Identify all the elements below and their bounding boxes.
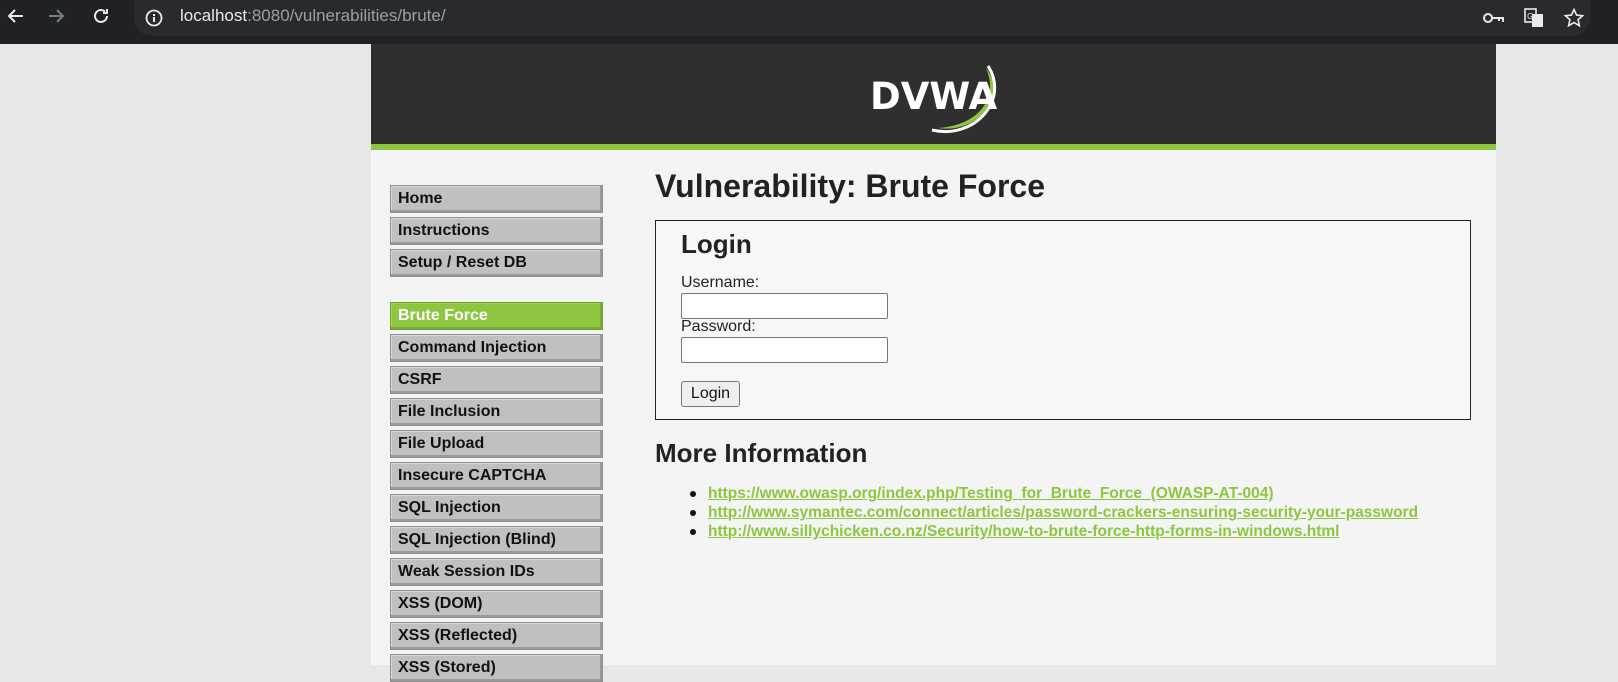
- address-bar[interactable]: localhost:8080/vulnerabilities/brute/ G: [134, 0, 1590, 36]
- list-item: http://www.symantec.com/connect/articles…: [690, 504, 1418, 523]
- forward-icon: [49, 9, 65, 23]
- list-item: https://www.owasp.org/index.php/Testing_…: [690, 485, 1418, 504]
- menu-item-brute-force[interactable]: Brute Force: [390, 302, 603, 330]
- password-label: Password:: [681, 318, 756, 335]
- login-title: Login: [681, 229, 752, 259]
- svg-text:G: G: [1527, 12, 1533, 21]
- menu-item-xss-reflected[interactable]: XSS (Reflected): [390, 622, 603, 650]
- password-input[interactable]: [681, 337, 888, 363]
- password-key-icon: [1483, 13, 1504, 23]
- login-form: Login Username: Password: Login: [655, 220, 1471, 420]
- forward-button[interactable]: [40, 0, 72, 32]
- menu-item-xss-stored[interactable]: XSS (Stored): [390, 654, 603, 682]
- username-input[interactable]: [681, 293, 888, 319]
- username-label: Username:: [681, 274, 760, 291]
- reload-button[interactable]: [85, 0, 117, 32]
- logo-text: DVWA: [870, 75, 997, 118]
- menu-item-insecure-captcha[interactable]: Insecure CAPTCHA: [390, 462, 603, 490]
- menu-item-setup-reset-db[interactable]: Setup / Reset DB: [390, 249, 603, 277]
- menu-item-instructions[interactable]: Instructions: [390, 217, 603, 245]
- page-header: DVWA: [371, 44, 1496, 150]
- translate-icon: G: [1524, 8, 1543, 27]
- url-path: :8080/vulnerabilities/brute/: [247, 6, 446, 25]
- list-item: http://www.sillychicken.co.nz/Security/h…: [690, 523, 1418, 542]
- bookmark-button[interactable]: [1560, 4, 1588, 32]
- menu-item-command-injection[interactable]: Command Injection: [390, 334, 603, 362]
- more-information-links: https://www.owasp.org/index.php/Testing_…: [690, 485, 1418, 542]
- link-symantec[interactable]: http://www.symantec.com/connect/articles…: [708, 504, 1418, 521]
- page-container: DVWA Home Instructions Setup / Reset DB …: [371, 44, 1496, 682]
- login-button[interactable]: Login: [681, 381, 740, 407]
- url-host: localhost: [180, 6, 248, 25]
- page-title: Vulnerability: Brute Force: [655, 168, 1045, 204]
- back-button[interactable]: [0, 0, 32, 32]
- menu-item-file-inclusion[interactable]: File Inclusion: [390, 398, 603, 426]
- menu-item-sql-injection-blind[interactable]: SQL Injection (Blind): [390, 526, 603, 554]
- link-sillychicken[interactable]: http://www.sillychicken.co.nz/Security/h…: [708, 523, 1340, 540]
- menu-item-home[interactable]: Home: [390, 185, 603, 213]
- menu-item-csrf[interactable]: CSRF: [390, 366, 603, 394]
- url-text: localhost:8080/vulnerabilities/brute/: [180, 6, 446, 26]
- bullet-icon: [690, 529, 696, 535]
- password-key-button[interactable]: [1480, 4, 1508, 32]
- bullet-icon: [690, 491, 696, 497]
- bookmark-star-icon: [1563, 7, 1585, 28]
- site-info-button[interactable]: [142, 6, 166, 30]
- link-owasp[interactable]: https://www.owasp.org/index.php/Testing_…: [708, 485, 1274, 502]
- menu-item-file-upload[interactable]: File Upload: [390, 430, 603, 458]
- back-icon: [7, 9, 23, 23]
- dvwa-logo: DVWA: [870, 65, 997, 133]
- browser-toolbar: localhost:8080/vulnerabilities/brute/ G: [0, 0, 1618, 44]
- translate-button[interactable]: G: [1520, 4, 1548, 32]
- bullet-icon: [690, 510, 696, 516]
- menu-item-weak-session-ids[interactable]: Weak Session IDs: [390, 558, 603, 586]
- site-info-icon: [145, 9, 163, 27]
- menu-item-sql-injection[interactable]: SQL Injection: [390, 494, 603, 522]
- more-information-heading: More Information: [655, 438, 868, 468]
- menu-item-xss-dom[interactable]: XSS (DOM): [390, 590, 603, 618]
- reload-icon: [94, 8, 108, 23]
